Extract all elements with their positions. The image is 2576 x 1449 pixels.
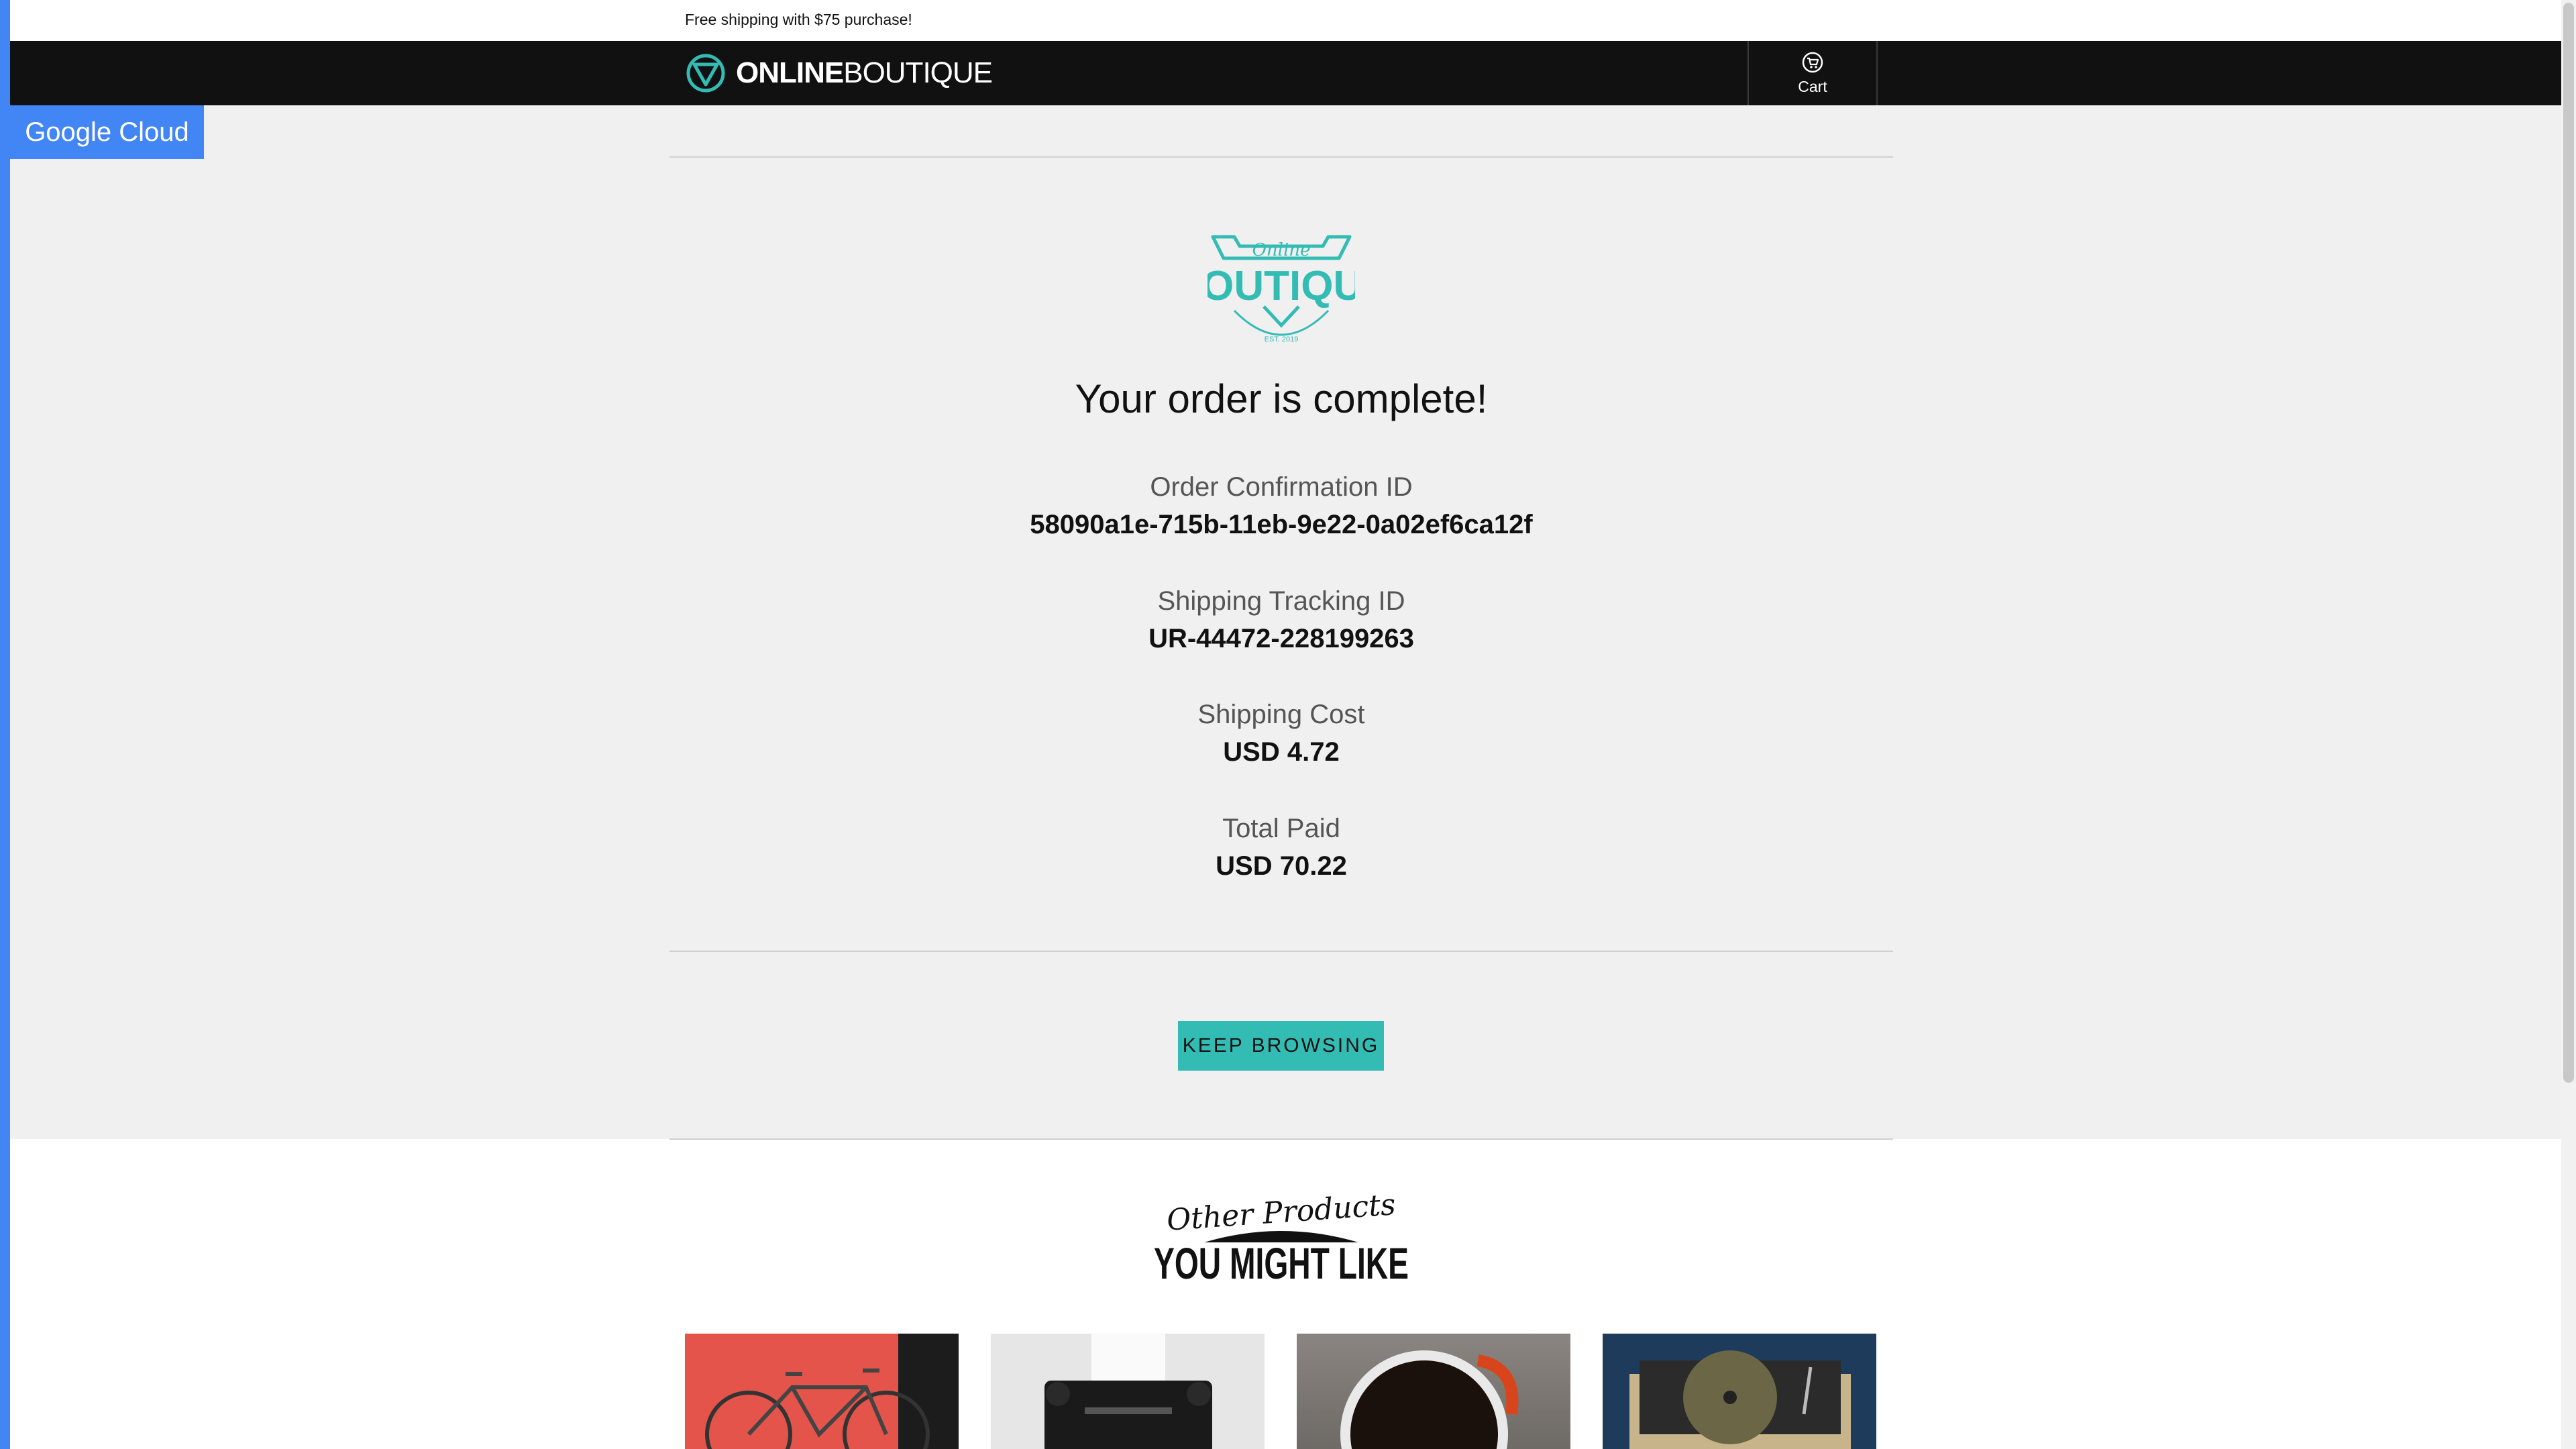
total-paid-label: Total Paid bbox=[1222, 814, 1340, 843]
title-script-text: Other Products bbox=[1166, 1187, 1397, 1238]
product-card-record-player[interactable] bbox=[1603, 1334, 1876, 1449]
typewriter-image bbox=[1044, 1334, 1212, 1449]
other-products-title: Other Products YOU MIGHT LIKE bbox=[1154, 1187, 1409, 1288]
online-boutique-brand-logo: Online BOUTIQUE EST. 2019 bbox=[1208, 235, 1355, 343]
scrollbar[interactable] bbox=[2561, 0, 2576, 1449]
divider-bottom bbox=[669, 1138, 1893, 1140]
bicycle-image bbox=[705, 1334, 959, 1449]
boutique-logo-icon bbox=[686, 54, 725, 93]
google-cloud-badge: Google Cloud bbox=[10, 105, 204, 159]
brand-main-text: BOUTIQUE bbox=[1208, 263, 1355, 309]
confirmation-id-label: Order Confirmation ID bbox=[1150, 472, 1413, 502]
shipping-banner: Free shipping with $75 purchase! bbox=[10, 0, 2561, 41]
mug-image bbox=[1340, 1350, 1519, 1449]
shipping-banner-text: Free shipping with $75 purchase! bbox=[685, 11, 912, 28]
shipping-cost-label: Shipping Cost bbox=[1197, 700, 1365, 729]
shipping-cost-value: USD 4.72 bbox=[1223, 737, 1340, 767]
title-main-text: YOU MIGHT LIKE bbox=[1154, 1238, 1409, 1288]
product-card-bicycle[interactable] bbox=[685, 1334, 959, 1449]
scrollbar-thumb[interactable] bbox=[2563, 3, 2574, 1083]
divider-top bbox=[669, 156, 1893, 158]
brand-est-text: EST. 2019 bbox=[1265, 335, 1299, 343]
navbar: ONLINEBOUTIQUE Cart bbox=[10, 41, 2561, 105]
confirmation-id-value: 58090a1e-715b-11eb-9e22-0a02ef6ca12f bbox=[1030, 510, 1533, 539]
cart-button[interactable]: Cart bbox=[1748, 41, 1878, 105]
left-accent-stripe bbox=[0, 0, 10, 1449]
brand-script-text: Online bbox=[1252, 240, 1311, 260]
logo-text: ONLINEBOUTIQUE bbox=[736, 56, 993, 89]
cart-icon bbox=[1802, 52, 1823, 72]
order-complete-heading: Your order is complete! bbox=[1075, 376, 1488, 421]
keep-browsing-button[interactable]: KEEP BROWSING bbox=[1178, 1021, 1384, 1071]
recommendations-section bbox=[10, 1139, 2561, 1449]
record-player-image bbox=[1629, 1350, 1851, 1449]
cart-label: Cart bbox=[1798, 77, 1827, 95]
site-logo[interactable]: ONLINEBOUTIQUE bbox=[685, 51, 993, 95]
tracking-id-value: UR-44472-228199263 bbox=[1148, 624, 1414, 653]
tracking-id-label: Shipping Tracking ID bbox=[1157, 586, 1405, 616]
product-card-typewriter[interactable] bbox=[991, 1334, 1265, 1449]
divider-middle bbox=[669, 951, 1893, 952]
product-card-mug[interactable] bbox=[1297, 1334, 1570, 1449]
total-paid-value: USD 70.22 bbox=[1216, 851, 1347, 881]
